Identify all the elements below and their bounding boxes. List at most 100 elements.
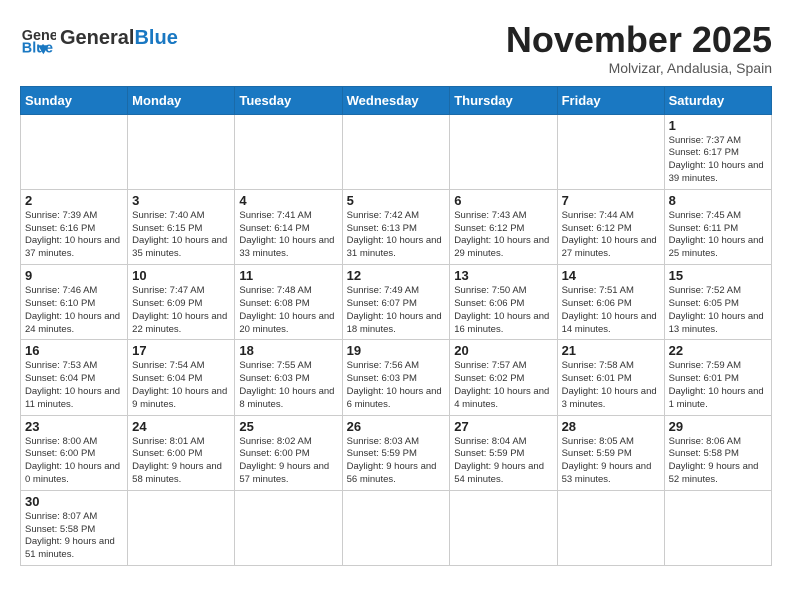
calendar-week-3: 16 Sunrise: 7:53 AM Sunset: 6:04 PM Dayli…: [21, 340, 772, 415]
calendar-cell: 18 Sunrise: 7:55 AM Sunset: 6:03 PM Dayli…: [235, 340, 342, 415]
calendar-header-row: SundayMondayTuesdayWednesdayThursdayFrid…: [21, 86, 772, 114]
calendar-cell: 16 Sunrise: 7:53 AM Sunset: 6:04 PM Dayli…: [21, 340, 128, 415]
day-number: 4: [239, 193, 337, 208]
day-info: Sunrise: 7:44 AM Sunset: 6:12 PM Dayligh…: [562, 210, 660, 261]
day-info: Sunrise: 8:04 AM Sunset: 5:59 PM Dayligh…: [454, 436, 552, 487]
day-number: 29: [669, 419, 767, 434]
day-info: Sunrise: 7:43 AM Sunset: 6:12 PM Dayligh…: [454, 210, 552, 261]
calendar-cell: 10 Sunrise: 7:47 AM Sunset: 6:09 PM Dayli…: [128, 265, 235, 340]
calendar-cell: 13Sunrise: 7:50 AM Sunset: 6:06 PM Dayli…: [450, 265, 557, 340]
calendar-week-4: 23 Sunrise: 8:00 AM Sunset: 6:00 PM Dayli…: [21, 415, 772, 490]
calendar-cell: 26 Sunrise: 8:03 AM Sunset: 5:59 PM Dayli…: [342, 415, 450, 490]
day-number: 2: [25, 193, 123, 208]
day-info: Sunrise: 7:40 AM Sunset: 6:15 PM Dayligh…: [132, 210, 230, 261]
day-number: 27: [454, 419, 552, 434]
day-number: 5: [347, 193, 446, 208]
weekday-header-saturday: Saturday: [664, 86, 771, 114]
weekday-header-monday: Monday: [128, 86, 235, 114]
calendar-cell: [128, 114, 235, 189]
day-info: Sunrise: 7:37 AM Sunset: 6:17 PM Dayligh…: [669, 135, 767, 186]
calendar-cell: 2 Sunrise: 7:39 AM Sunset: 6:16 PM Daylig…: [21, 189, 128, 264]
day-number: 14: [562, 268, 660, 283]
calendar-cell: 17 Sunrise: 7:54 AM Sunset: 6:04 PM Dayli…: [128, 340, 235, 415]
calendar-cell: [557, 490, 664, 565]
month-title: November 2025: [506, 20, 772, 60]
calendar-cell: [664, 490, 771, 565]
day-info: Sunrise: 7:46 AM Sunset: 6:10 PM Dayligh…: [25, 285, 123, 336]
calendar-cell: 20 Sunrise: 7:57 AM Sunset: 6:02 PM Dayli…: [450, 340, 557, 415]
calendar-cell: [235, 114, 342, 189]
day-number: 18: [239, 343, 337, 358]
calendar-table: SundayMondayTuesdayWednesdayThursdayFrid…: [20, 86, 772, 567]
calendar-cell: 6 Sunrise: 7:43 AM Sunset: 6:12 PM Daylig…: [450, 189, 557, 264]
day-info: Sunrise: 8:00 AM Sunset: 6:00 PM Dayligh…: [25, 436, 123, 487]
calendar-cell: 15Sunrise: 7:52 AM Sunset: 6:05 PM Dayli…: [664, 265, 771, 340]
logo-general: General: [60, 27, 134, 49]
day-number: 20: [454, 343, 552, 358]
day-number: 23: [25, 419, 123, 434]
day-info: Sunrise: 7:47 AM Sunset: 6:09 PM Dayligh…: [132, 285, 230, 336]
calendar-cell: 3Sunrise: 7:40 AM Sunset: 6:15 PM Daylig…: [128, 189, 235, 264]
day-number: 26: [347, 419, 446, 434]
day-info: Sunrise: 7:51 AM Sunset: 6:06 PM Dayligh…: [562, 285, 660, 336]
day-info: Sunrise: 8:01 AM Sunset: 6:00 PM Dayligh…: [132, 436, 230, 487]
day-info: Sunrise: 7:50 AM Sunset: 6:06 PM Dayligh…: [454, 285, 552, 336]
calendar-cell: [450, 114, 557, 189]
calendar-cell: [21, 114, 128, 189]
day-info: Sunrise: 8:07 AM Sunset: 5:58 PM Dayligh…: [25, 511, 123, 562]
day-info: Sunrise: 7:39 AM Sunset: 6:16 PM Dayligh…: [25, 210, 123, 261]
day-number: 8: [669, 193, 767, 208]
calendar-week-2: 9Sunrise: 7:46 AM Sunset: 6:10 PM Daylig…: [21, 265, 772, 340]
calendar-cell: [557, 114, 664, 189]
day-info: Sunrise: 8:05 AM Sunset: 5:59 PM Dayligh…: [562, 436, 660, 487]
calendar-cell: [235, 490, 342, 565]
day-number: 28: [562, 419, 660, 434]
day-info: Sunrise: 8:03 AM Sunset: 5:59 PM Dayligh…: [347, 436, 446, 487]
day-number: 17: [132, 343, 230, 358]
calendar-cell: 19 Sunrise: 7:56 AM Sunset: 6:03 PM Dayli…: [342, 340, 450, 415]
day-number: 10: [132, 268, 230, 283]
calendar-cell: 30 Sunrise: 8:07 AM Sunset: 5:58 PM Dayli…: [21, 490, 128, 565]
calendar-cell: 5 Sunrise: 7:42 AM Sunset: 6:13 PM Daylig…: [342, 189, 450, 264]
calendar-cell: 29Sunrise: 8:06 AM Sunset: 5:58 PM Dayli…: [664, 415, 771, 490]
day-info: Sunrise: 7:54 AM Sunset: 6:04 PM Dayligh…: [132, 360, 230, 411]
day-info: Sunrise: 7:45 AM Sunset: 6:11 PM Dayligh…: [669, 210, 767, 261]
svg-text:Blue: Blue: [22, 40, 53, 56]
weekday-header-friday: Friday: [557, 86, 664, 114]
calendar-cell: 25 Sunrise: 8:02 AM Sunset: 6:00 PM Dayli…: [235, 415, 342, 490]
page-header: General Blue GeneralBlue November 2025 M…: [20, 20, 772, 76]
calendar-cell: 27 Sunrise: 8:04 AM Sunset: 5:59 PM Dayli…: [450, 415, 557, 490]
day-number: 11: [239, 268, 337, 283]
calendar-cell: 1Sunrise: 7:37 AM Sunset: 6:17 PM Daylig…: [664, 114, 771, 189]
weekday-header-wednesday: Wednesday: [342, 86, 450, 114]
calendar-cell: [128, 490, 235, 565]
calendar-cell: 14 Sunrise: 7:51 AM Sunset: 6:06 PM Dayli…: [557, 265, 664, 340]
calendar-cell: 12 Sunrise: 7:49 AM Sunset: 6:07 PM Dayli…: [342, 265, 450, 340]
day-info: Sunrise: 8:02 AM Sunset: 6:00 PM Dayligh…: [239, 436, 337, 487]
day-info: Sunrise: 7:42 AM Sunset: 6:13 PM Dayligh…: [347, 210, 446, 261]
calendar-cell: [342, 490, 450, 565]
calendar-cell: 4Sunrise: 7:41 AM Sunset: 6:14 PM Daylig…: [235, 189, 342, 264]
day-info: Sunrise: 7:59 AM Sunset: 6:01 PM Dayligh…: [669, 360, 767, 411]
calendar-cell: 24Sunrise: 8:01 AM Sunset: 6:00 PM Dayli…: [128, 415, 235, 490]
day-number: 6: [454, 193, 552, 208]
day-number: 16: [25, 343, 123, 358]
day-number: 30: [25, 494, 123, 509]
day-info: Sunrise: 7:53 AM Sunset: 6:04 PM Dayligh…: [25, 360, 123, 411]
logo-blue: Blue: [134, 27, 177, 49]
day-info: Sunrise: 7:58 AM Sunset: 6:01 PM Dayligh…: [562, 360, 660, 411]
day-info: Sunrise: 7:56 AM Sunset: 6:03 PM Dayligh…: [347, 360, 446, 411]
day-info: Sunrise: 7:55 AM Sunset: 6:03 PM Dayligh…: [239, 360, 337, 411]
calendar-cell: 22Sunrise: 7:59 AM Sunset: 6:01 PM Dayli…: [664, 340, 771, 415]
calendar-cell: 11Sunrise: 7:48 AM Sunset: 6:08 PM Dayli…: [235, 265, 342, 340]
calendar-week-0: 1Sunrise: 7:37 AM Sunset: 6:17 PM Daylig…: [21, 114, 772, 189]
day-number: 12: [347, 268, 446, 283]
calendar-cell: 8 Sunrise: 7:45 AM Sunset: 6:11 PM Daylig…: [664, 189, 771, 264]
weekday-header-thursday: Thursday: [450, 86, 557, 114]
day-info: Sunrise: 7:52 AM Sunset: 6:05 PM Dayligh…: [669, 285, 767, 336]
day-info: Sunrise: 7:57 AM Sunset: 6:02 PM Dayligh…: [454, 360, 552, 411]
day-number: 19: [347, 343, 446, 358]
day-number: 25: [239, 419, 337, 434]
title-area: November 2025 Molvizar, Andalusia, Spain: [506, 20, 772, 76]
day-info: Sunrise: 7:49 AM Sunset: 6:07 PM Dayligh…: [347, 285, 446, 336]
